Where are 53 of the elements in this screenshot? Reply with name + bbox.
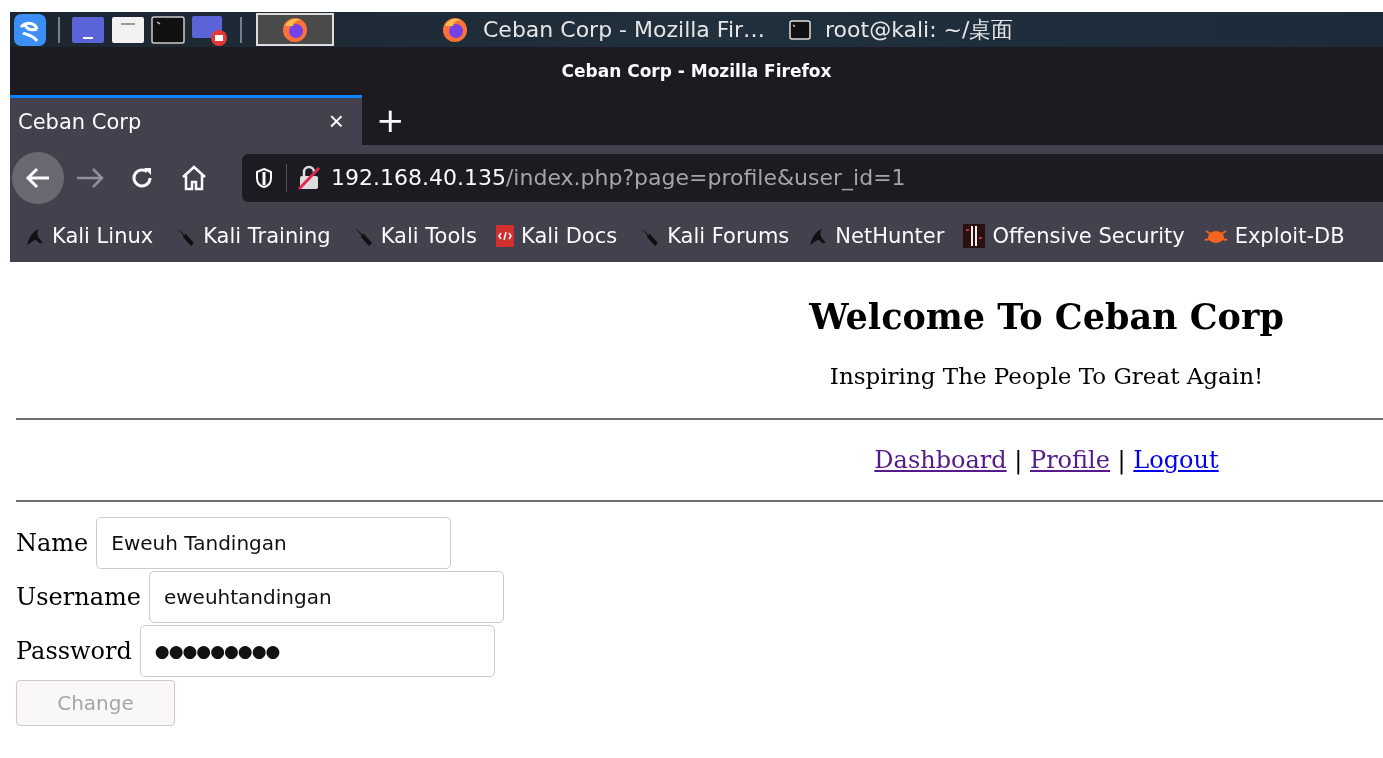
bookmark-link[interactable]: Offensive Security	[962, 223, 1185, 249]
input-field[interactable]: eweuhtandingan	[148, 571, 504, 623]
bookmark-link[interactable]: Kali Training	[171, 224, 331, 248]
terminal-icon	[789, 19, 812, 40]
bookmark-label: Kali Linux	[52, 224, 154, 248]
field-label: Name	[16, 529, 89, 557]
insecure-lock-icon[interactable]	[297, 164, 321, 191]
bookmark-label: NetHunter	[835, 224, 945, 248]
taskbar-task[interactable]: root@kali: ~/桌面	[771, 12, 1020, 47]
taskbar-button[interactable]	[256, 13, 334, 46]
firefox-icon	[441, 15, 469, 44]
record-icon[interactable]	[191, 13, 229, 46]
terminal-icon[interactable]	[151, 14, 185, 45]
tab-title: Ceban Corp	[18, 109, 142, 134]
new-tab-button[interactable]: +	[362, 95, 419, 145]
browser-tab[interactable]: Ceban Corp ×	[10, 95, 362, 145]
input-field[interactable]: Eweuh Tandingan	[96, 517, 452, 569]
bookmark-label: Kali Docs	[521, 224, 618, 248]
link-separator: |	[1117, 446, 1126, 474]
forward-icon	[75, 165, 105, 190]
bookmark-label: Kali Tools	[380, 224, 478, 248]
back-icon	[25, 165, 51, 190]
bookmark-label: Offensive Security	[992, 224, 1185, 248]
back-button[interactable]	[12, 151, 64, 204]
bookmark-link[interactable]: Kali Tools	[348, 224, 478, 248]
nav-link[interactable]: Logout	[1133, 446, 1219, 474]
url-host: 192.168.40.135	[331, 165, 506, 190]
tagline: Inspiring The People To Great Again!	[828, 362, 1265, 391]
bookmark-link[interactable]: Kali Forums	[635, 224, 790, 248]
home-icon	[180, 163, 208, 192]
bookmark-label: Kali Training	[203, 224, 331, 248]
password-field[interactable]: ●●●●●●●●●	[139, 625, 495, 677]
address-bar[interactable]: 192.168.40.135/index.php?page=profile&user_id=1	[242, 153, 1383, 202]
shield-icon[interactable]	[254, 166, 274, 189]
url-path: /index.php?page=profile&user_id=1	[505, 165, 906, 190]
bookmark-label: Exploit-DB	[1234, 224, 1345, 248]
field-label: Username	[16, 583, 141, 611]
page-heading: Welcome To Ceban Corp	[808, 296, 1285, 338]
bookmark-link[interactable]: Exploit-DB	[1202, 224, 1345, 248]
window-icon[interactable]	[111, 14, 145, 45]
field-label: Password	[16, 637, 132, 665]
firefox-icon	[281, 15, 309, 44]
document-icon	[495, 224, 516, 248]
taskbar-task[interactable]: Ceban Corp - Mozilla Fir…	[423, 12, 772, 47]
nav-link[interactable]: Dashboard	[874, 446, 1007, 474]
bookmark-label: Kali Forums	[667, 224, 790, 248]
window-title: Ceban Corp - Mozilla Firefox	[10, 47, 1383, 95]
bookmark-link[interactable]: NetHunter	[807, 224, 945, 248]
bookmark-link[interactable]: Kali Docs	[495, 224, 618, 248]
bookmark-link[interactable]: Kali Linux	[24, 224, 154, 248]
close-tab-button[interactable]: ×	[326, 106, 346, 137]
link-separator: |	[1014, 446, 1023, 474]
nav-link[interactable]: Profile	[1030, 446, 1110, 474]
